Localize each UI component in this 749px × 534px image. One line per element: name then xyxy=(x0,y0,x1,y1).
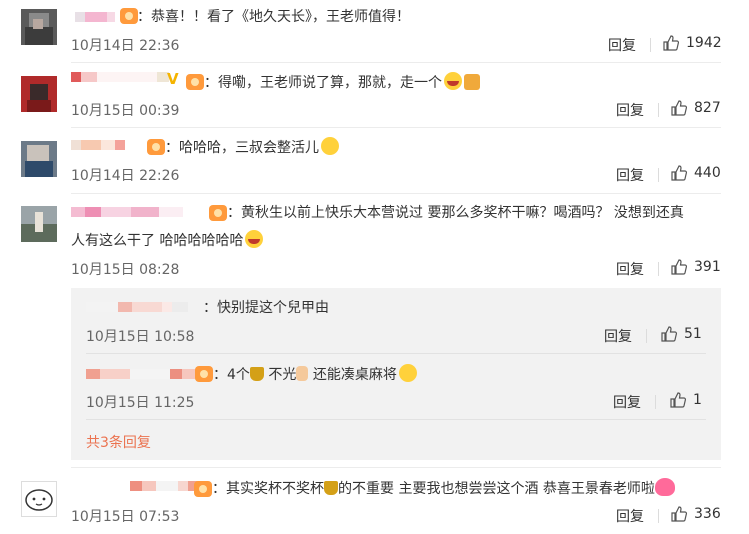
thumbs-up-icon xyxy=(671,100,688,116)
trophy-icon xyxy=(249,367,264,381)
divider xyxy=(86,353,706,354)
reply-text: ：快别提这个兒甲由 xyxy=(203,300,329,316)
like-count: 1 xyxy=(693,392,702,408)
avatar[interactable] xyxy=(21,141,57,177)
member-badge-icon xyxy=(209,205,227,221)
member-badge-icon xyxy=(147,139,165,155)
comment-text: ：黄秋生以前上快乐大本营说过 要那么多奖杯干嘛？喝酒吗？ 没想到还真 xyxy=(227,205,684,221)
separator xyxy=(646,329,647,343)
divider xyxy=(71,467,721,468)
reply-text: ：4个 不光 还能凑桌麻将 xyxy=(213,364,417,385)
like-count: 336 xyxy=(694,506,721,522)
member-badge-icon xyxy=(195,366,213,382)
comment-time: 10月15日 00:39 xyxy=(71,103,180,119)
reply-button[interactable]: 回复 xyxy=(616,165,644,185)
reply-time: 10月15日 10:58 xyxy=(86,329,195,345)
comment-time: 10月15日 08:28 xyxy=(71,262,180,278)
reply-button[interactable]: 回复 xyxy=(616,100,644,120)
separator xyxy=(655,395,656,409)
comment-text: ：哈哈哈，三叔会整活儿 xyxy=(165,137,339,158)
member-badge-icon xyxy=(120,8,138,24)
reply-button[interactable]: 回复 xyxy=(616,506,644,526)
comment-time: 10月14日 22:36 xyxy=(71,38,180,54)
reply-button[interactable]: 回复 xyxy=(613,392,641,412)
avatar[interactable] xyxy=(21,76,57,112)
like-count: 51 xyxy=(684,326,702,342)
separator xyxy=(650,38,651,52)
thumbs-up-icon xyxy=(661,326,678,342)
comment-text: ：得嘞，王老师说了算，那就，走一个 xyxy=(204,72,480,93)
separator xyxy=(658,168,659,182)
hearts-emoji-icon xyxy=(654,478,675,496)
crying-laugh-emoji-icon xyxy=(321,137,339,155)
username-blurred[interactable] xyxy=(71,138,125,152)
separator xyxy=(658,103,659,117)
like-button[interactable]: 1942 xyxy=(662,34,722,52)
username-blurred[interactable] xyxy=(75,10,115,24)
comment-text-continued: 人有这么干了 哈哈哈哈哈哈 xyxy=(71,230,264,251)
comment-text: ：其实奖杯不奖杯 的不重要 主要我也想尝尝这个酒 恭喜王景春老师啦 xyxy=(212,478,675,499)
username-blurred[interactable] xyxy=(130,479,202,493)
member-badge-icon xyxy=(194,481,212,497)
comment-time: 10月15日 07:53 xyxy=(71,509,180,525)
reply-button[interactable]: 回复 xyxy=(608,35,636,55)
view-more-replies-link[interactable]: 共3条回复 xyxy=(86,432,151,452)
like-button[interactable]: 827 xyxy=(670,99,721,117)
comment-time: 10月14日 22:26 xyxy=(71,168,180,184)
username-blurred[interactable] xyxy=(71,70,169,84)
username-blurred[interactable] xyxy=(86,367,198,381)
username-blurred[interactable] xyxy=(86,300,188,314)
verified-v-icon: V xyxy=(167,70,179,88)
hand-emoji-icon xyxy=(296,366,309,381)
avatar[interactable] xyxy=(21,9,57,45)
divider xyxy=(86,419,706,420)
divider xyxy=(71,62,721,63)
divider xyxy=(71,193,721,194)
comment-text: ：恭喜！！看了《地久天长》，王老师值得！ xyxy=(137,9,410,25)
like-button[interactable]: 391 xyxy=(670,258,721,276)
like-button[interactable]: 440 xyxy=(670,164,721,182)
like-button[interactable]: 1 xyxy=(669,391,702,409)
like-button[interactable]: 51 xyxy=(660,325,702,343)
thumbs-up-icon xyxy=(670,392,687,408)
like-button[interactable]: 336 xyxy=(670,505,721,523)
avatar[interactable] xyxy=(21,481,57,517)
trophy-icon xyxy=(324,481,338,495)
avatar[interactable] xyxy=(21,206,57,242)
beer-emoji-icon xyxy=(464,74,480,90)
thumbs-up-icon xyxy=(671,165,688,181)
reply-time: 10月15日 11:25 xyxy=(86,395,195,411)
laugh-emoji-icon xyxy=(444,72,462,90)
thumbs-up-icon xyxy=(671,259,688,275)
member-badge-icon xyxy=(186,74,204,90)
default-face-icon xyxy=(25,489,53,511)
separator xyxy=(658,509,659,523)
like-count: 440 xyxy=(694,165,721,181)
divider xyxy=(71,127,721,128)
thumbs-up-icon xyxy=(663,35,680,51)
reply-button[interactable]: 回复 xyxy=(604,326,632,346)
separator xyxy=(658,262,659,276)
thumbs-up-icon xyxy=(671,506,688,522)
username-blurred[interactable] xyxy=(71,205,183,219)
reply-button[interactable]: 回复 xyxy=(616,259,644,279)
like-count: 1942 xyxy=(686,35,722,51)
like-count: 827 xyxy=(694,100,721,116)
smirk-emoji-icon xyxy=(398,364,417,382)
like-count: 391 xyxy=(694,259,721,275)
laugh-emoji-icon xyxy=(245,230,264,248)
